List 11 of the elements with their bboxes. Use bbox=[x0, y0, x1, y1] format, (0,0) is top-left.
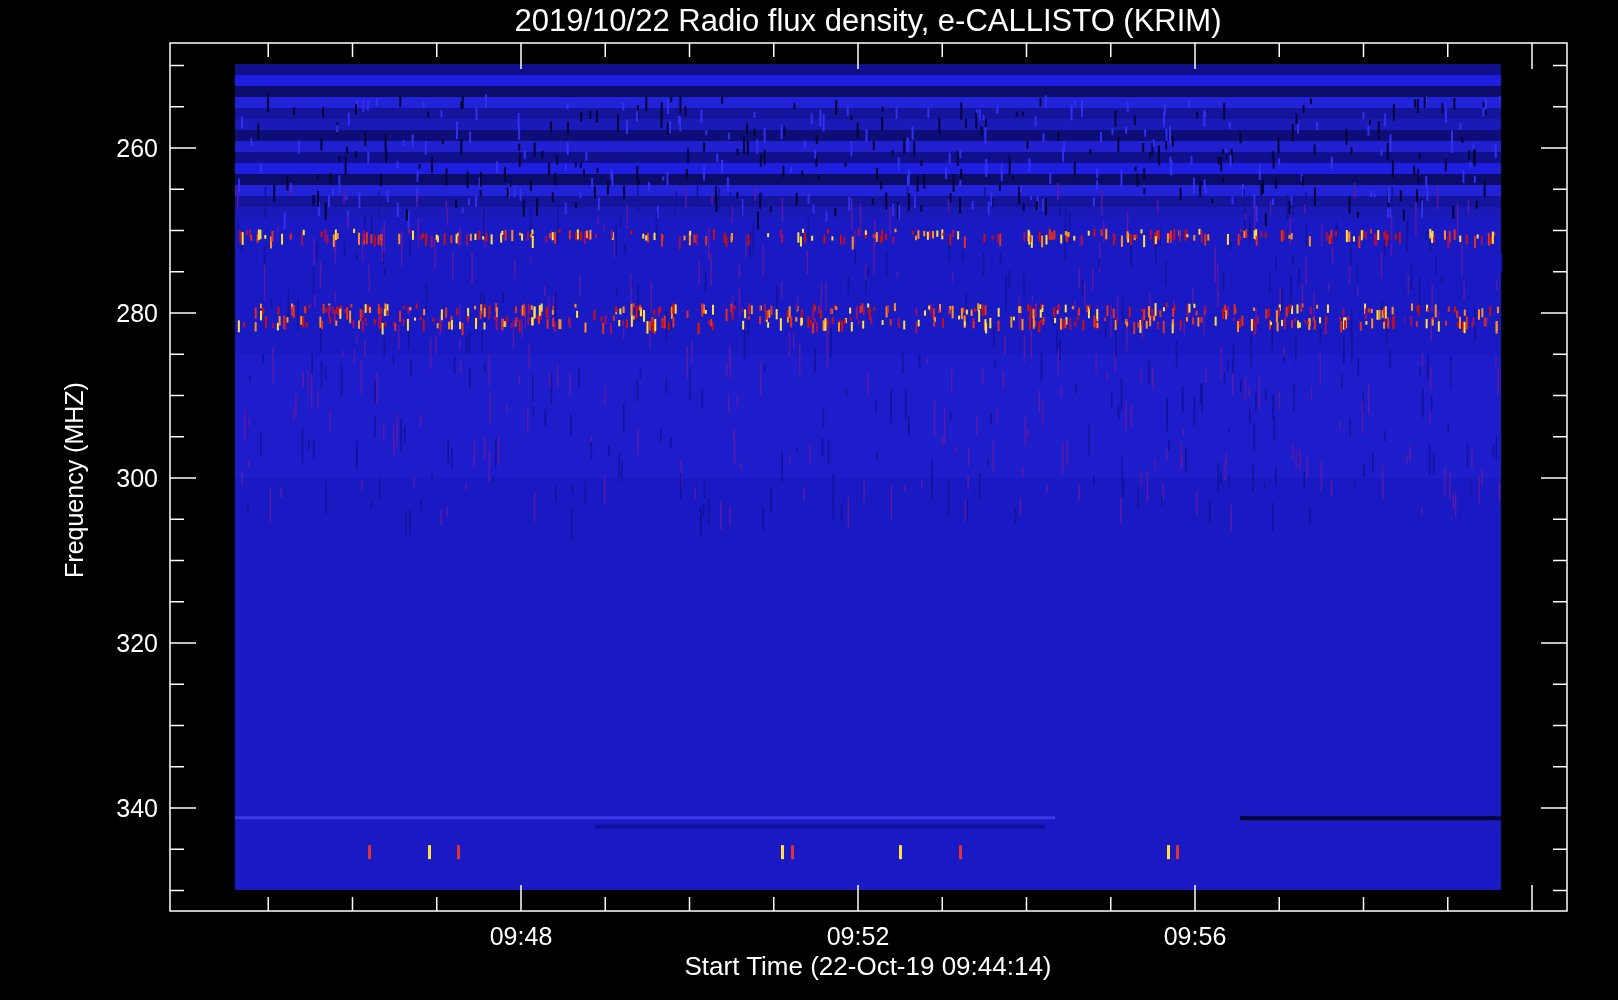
tick-label: 09:52 bbox=[826, 922, 890, 950]
tick-label: 280 bbox=[116, 299, 158, 327]
axis-title: Start Time (22-Oct-19 09:44:14) bbox=[684, 951, 1052, 981]
chart-title: 2019/10/22 Radio flux density, e-CALLISTO (KRIM) bbox=[514, 3, 1222, 38]
tick-label: 09:48 bbox=[489, 922, 553, 950]
tick-label: 340 bbox=[116, 794, 158, 822]
tick-label: 260 bbox=[116, 134, 158, 162]
tick-label: 300 bbox=[116, 464, 158, 492]
tick-label: 320 bbox=[116, 629, 158, 657]
axis-title: Frequency (MHZ) bbox=[60, 382, 88, 578]
tick-label: 09:56 bbox=[1163, 922, 1227, 950]
